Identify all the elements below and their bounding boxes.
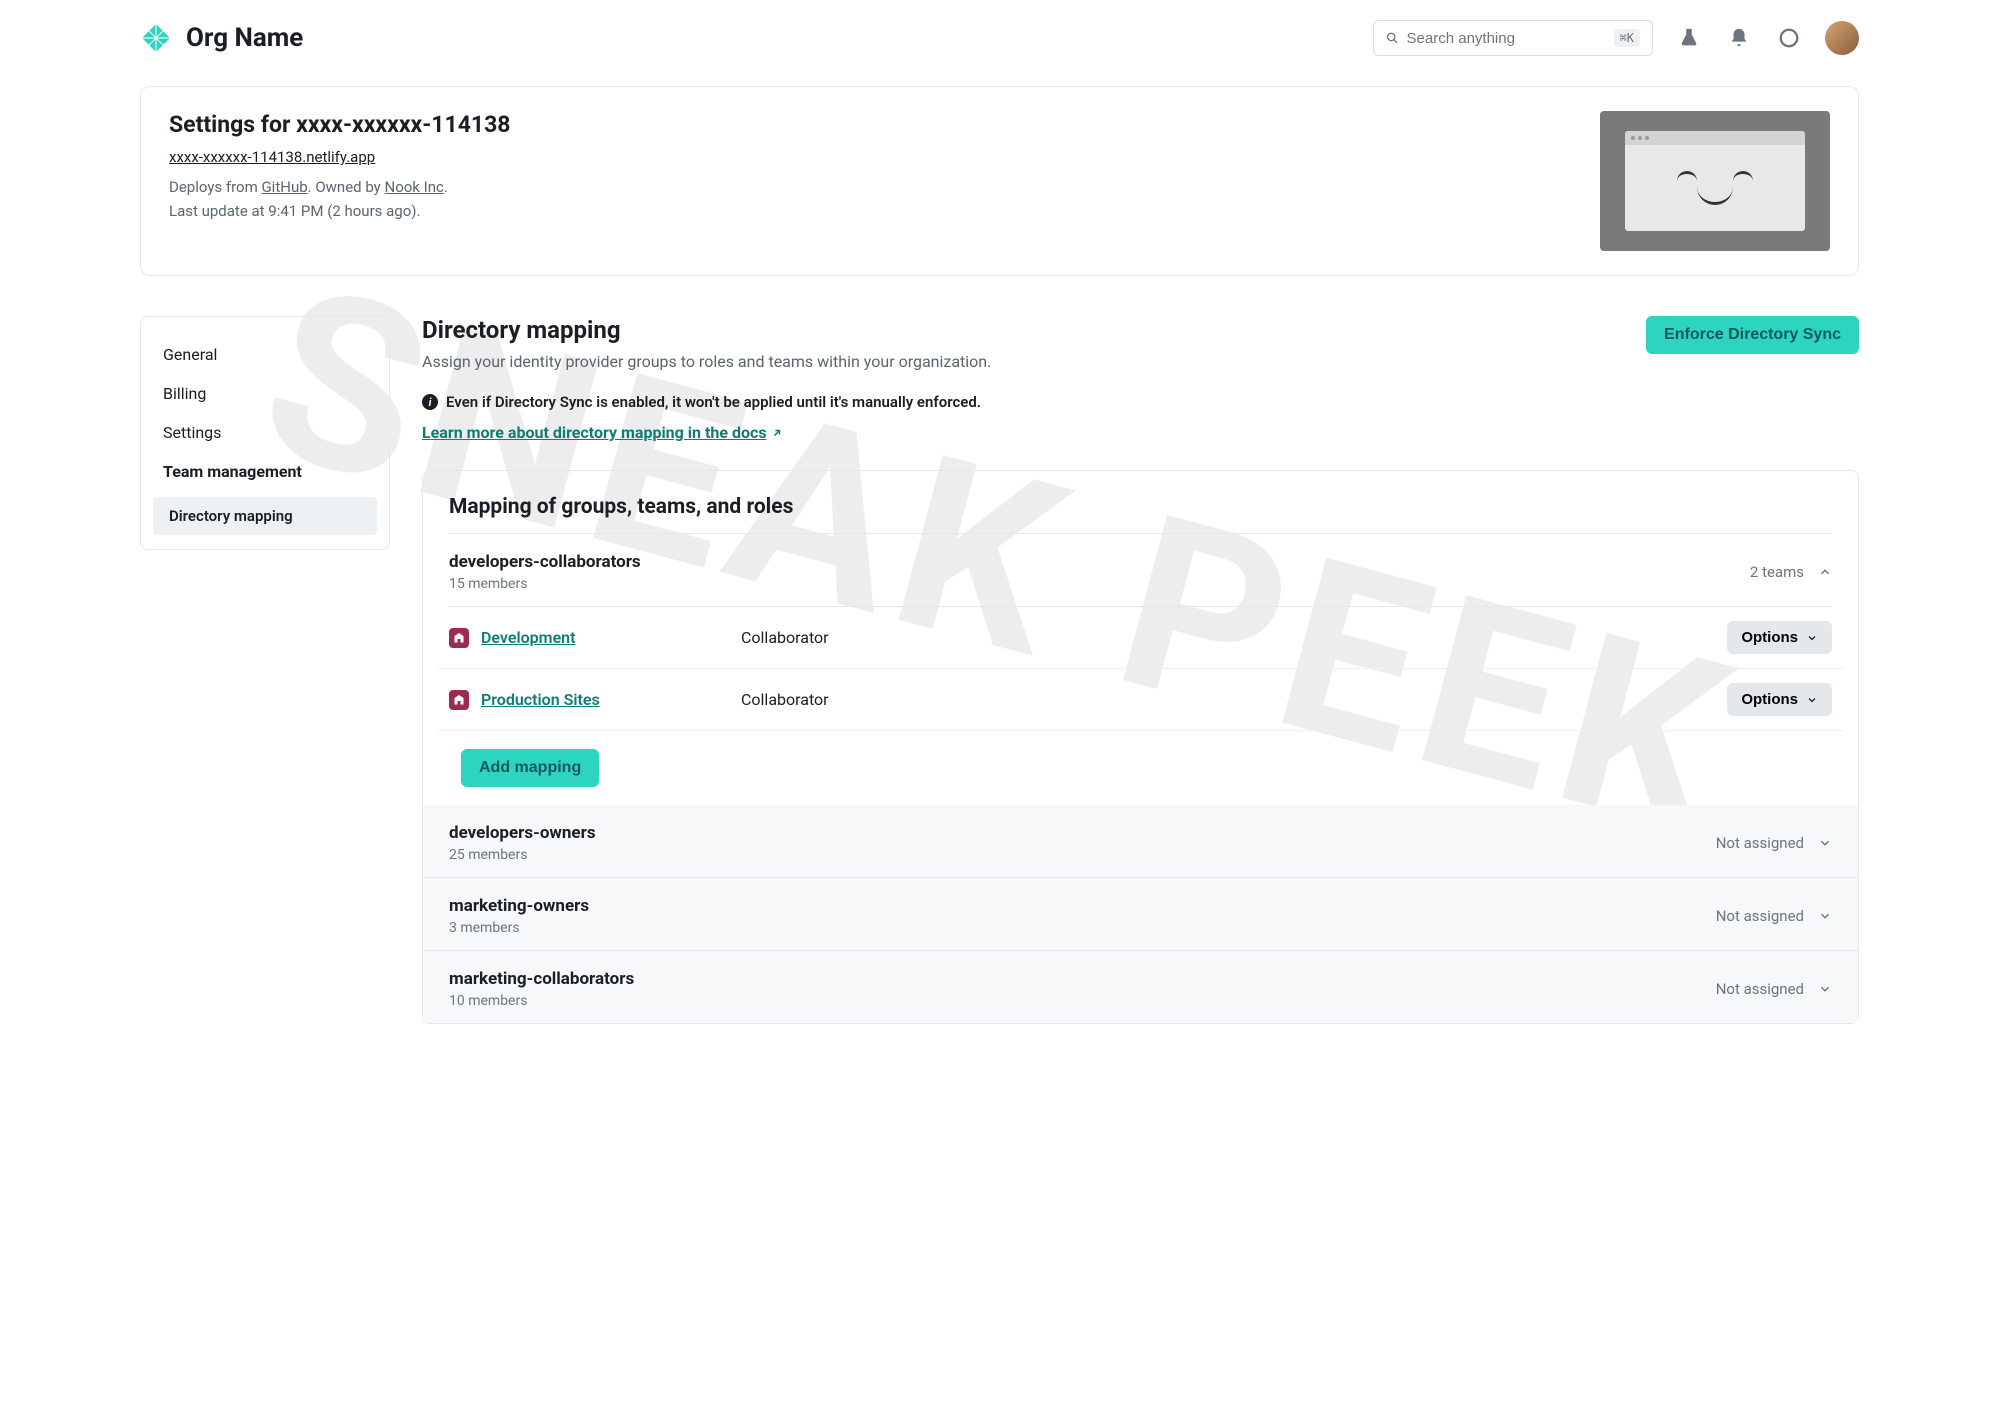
group-members: 3 members: [449, 920, 589, 936]
chevron-down-icon: [1818, 982, 1832, 996]
org-name: Org Name: [186, 23, 303, 53]
teams-count: 2 teams: [1750, 563, 1804, 581]
group-name: marketing-owners: [449, 896, 589, 916]
sidebar-item-settings[interactable]: Settings: [141, 413, 389, 452]
sidebar-subitem-directory-mapping[interactable]: Directory mapping: [153, 497, 377, 535]
bell-icon[interactable]: [1725, 24, 1753, 52]
group-members: 10 members: [449, 993, 634, 1009]
options-button[interactable]: Options: [1727, 621, 1832, 654]
github-link[interactable]: GitHub: [261, 178, 307, 196]
top-actions: ⌘K: [1373, 20, 1859, 56]
learn-more-link[interactable]: Learn more about directory mapping in th…: [422, 423, 783, 442]
info-icon: i: [422, 394, 438, 410]
sidebar-item-billing[interactable]: Billing: [141, 374, 389, 413]
group-status: Not assigned: [1716, 980, 1804, 998]
chevron-up-icon: [1818, 565, 1832, 579]
group-header[interactable]: developers-collaborators 15 members 2 te…: [449, 534, 1832, 607]
avatar[interactable]: [1825, 21, 1859, 55]
group-members: 15 members: [449, 576, 641, 592]
chevron-down-icon: [1806, 694, 1818, 706]
chevron-down-icon: [1818, 909, 1832, 923]
mapping-card: Mapping of groups, teams, and roles deve…: [422, 470, 1859, 1024]
labs-icon[interactable]: [1675, 24, 1703, 52]
group-header[interactable]: marketing-collaborators 10 members Not a…: [423, 951, 1858, 1023]
options-button[interactable]: Options: [1727, 683, 1832, 716]
role-text: Collaborator: [741, 628, 1727, 647]
sidebar: General Billing Settings Team management…: [140, 316, 390, 550]
mapping-section-title: Mapping of groups, teams, and roles: [449, 495, 1832, 534]
page-title: Directory mapping: [422, 316, 991, 344]
group-name: developers-owners: [449, 823, 596, 843]
team-link[interactable]: Production Sites: [481, 690, 741, 709]
chevron-down-icon: [1806, 632, 1818, 644]
group-status: Not assigned: [1716, 834, 1804, 852]
team-icon: [449, 628, 469, 648]
search-icon: [1386, 29, 1399, 47]
add-mapping-button[interactable]: Add mapping: [461, 749, 599, 787]
site-url-link[interactable]: xxxx-xxxxxx-114138.netlify.app: [169, 148, 375, 166]
group-header[interactable]: marketing-owners 3 members Not assigned: [423, 878, 1858, 951]
content: Directory mapping Assign your identity p…: [422, 316, 1859, 1024]
last-update: Last update at 9:41 PM (2 hours ago).: [169, 202, 510, 220]
group-name: developers-collaborators: [449, 552, 641, 572]
help-icon[interactable]: [1775, 24, 1803, 52]
settings-card: Settings for xxxx-xxxxxx-114138 xxxx-xxx…: [140, 86, 1859, 276]
settings-title: Settings for xxxx-xxxxxx-114138: [169, 111, 510, 138]
team-icon: [449, 690, 469, 710]
group-header[interactable]: developers-owners 25 members Not assigne…: [423, 805, 1858, 878]
search-input[interactable]: [1407, 30, 1606, 47]
team-row: Development Collaborator Options: [437, 607, 1844, 669]
external-link-icon: [771, 427, 783, 439]
role-text: Collaborator: [741, 690, 1727, 709]
deploys-line: Deploys from GitHub. Owned by Nook Inc.: [169, 178, 510, 196]
team-link[interactable]: Development: [481, 628, 741, 647]
browser-illustration: [1600, 111, 1830, 251]
logo-icon: [140, 22, 172, 54]
info-text: Even if Directory Sync is enabled, it wo…: [446, 393, 981, 411]
sidebar-item-team-management[interactable]: Team management: [141, 452, 389, 491]
search-shortcut: ⌘K: [1614, 29, 1640, 47]
page-subtitle: Assign your identity provider groups to …: [422, 352, 991, 371]
owner-link[interactable]: Nook Inc: [385, 178, 444, 196]
topbar: Org Name ⌘K: [140, 20, 1859, 56]
chevron-down-icon: [1818, 836, 1832, 850]
group-name: marketing-collaborators: [449, 969, 634, 989]
enforce-directory-sync-button[interactable]: Enforce Directory Sync: [1646, 316, 1859, 354]
info-line: i Even if Directory Sync is enabled, it …: [422, 393, 1859, 411]
group-members: 25 members: [449, 847, 596, 863]
search-box[interactable]: ⌘K: [1373, 20, 1653, 56]
brand[interactable]: Org Name: [140, 22, 303, 54]
team-row: Production Sites Collaborator Options: [437, 669, 1844, 731]
sidebar-item-general[interactable]: General: [141, 335, 389, 374]
group-status: Not assigned: [1716, 907, 1804, 925]
